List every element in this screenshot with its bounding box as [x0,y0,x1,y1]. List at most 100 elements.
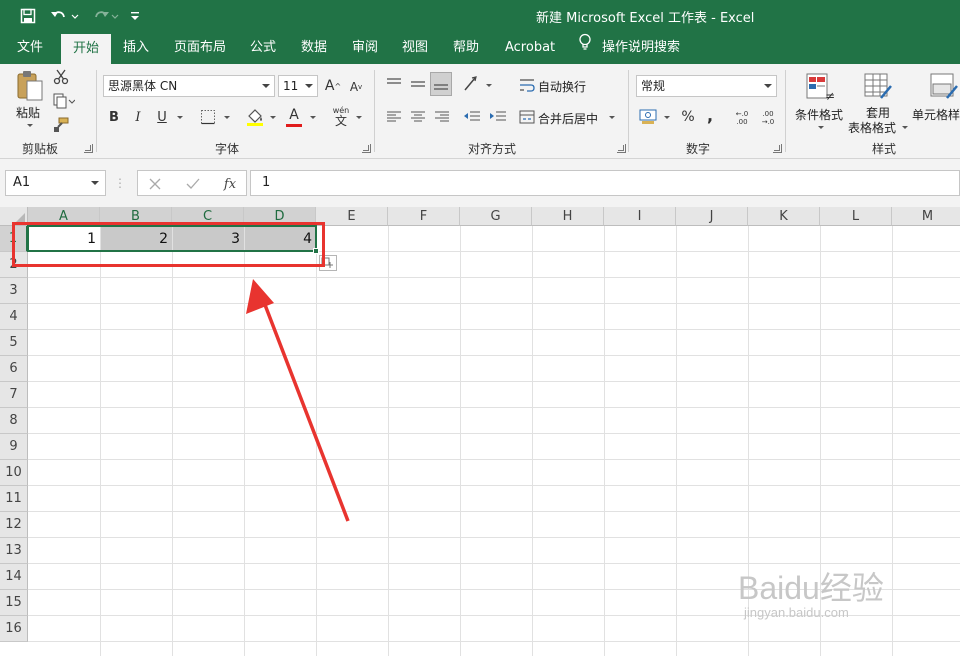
align-top-icon[interactable] [384,74,404,94]
tab-file[interactable]: 文件 [17,32,43,64]
accounting-format-icon[interactable] [638,107,660,127]
tab-home[interactable]: 开始 [61,34,112,64]
clipboard-launcher-icon[interactable] [84,144,93,153]
column-header[interactable]: E [316,207,388,226]
column-header[interactable]: I [604,207,676,226]
increase-indent-icon[interactable] [488,107,508,127]
fill-color-dropdown-icon[interactable] [270,116,276,119]
align-right-icon[interactable] [432,107,452,127]
borders-dropdown-icon[interactable] [224,116,230,119]
paste-icon[interactable] [14,70,46,102]
comma-style-button[interactable]: , [703,106,717,125]
row-header[interactable]: 8 [0,408,28,434]
number-format-select[interactable]: 常规 [636,75,777,97]
merge-center-icon[interactable] [518,108,536,126]
insert-function-button[interactable]: fx [220,175,240,193]
row-header[interactable]: 7 [0,382,28,408]
decrease-decimal-button[interactable]: .00 →.0 [757,108,779,128]
conditional-formatting-icon[interactable]: ≠ [804,71,836,103]
shrink-font-button[interactable]: Av [348,78,364,96]
format-as-table-label-line2[interactable]: 表格格式 [848,119,896,136]
redo-icon[interactable] [88,6,122,26]
tab-data[interactable]: 数据 [301,32,327,64]
phonetic-guide-button[interactable]: wén 文 [330,106,352,128]
italic-button[interactable]: I [130,108,146,126]
align-center-icon[interactable] [408,107,428,127]
cell-styles-icon[interactable] [928,71,960,103]
cut-icon[interactable] [52,68,70,86]
row-header[interactable]: 3 [0,278,28,304]
align-middle-icon[interactable] [408,74,428,94]
row-header[interactable]: 11 [0,486,28,512]
row-header[interactable]: 5 [0,330,28,356]
tab-acrobat[interactable]: Acrobat [505,32,555,64]
row-header[interactable]: 6 [0,356,28,382]
increase-decimal-button[interactable]: ←.0 .00 [731,108,753,128]
fill-color-icon[interactable] [245,106,265,128]
phonetic-dropdown-icon[interactable] [356,116,362,119]
font-color-dropdown-icon[interactable] [310,116,316,119]
merge-center-label[interactable]: 合并后居中 [538,110,598,127]
font-size-select[interactable]: 11 [278,75,318,97]
number-launcher-icon[interactable] [773,144,782,153]
font-launcher-icon[interactable] [362,144,371,153]
tell-me-search[interactable]: 操作说明搜索 [578,32,680,64]
cell-styles-label[interactable]: 单元格样 [912,106,960,123]
column-header[interactable]: G [460,207,532,226]
paste-dropdown-icon[interactable] [27,124,33,127]
accounting-dropdown-icon[interactable] [664,116,670,119]
tab-view[interactable]: 视图 [402,32,428,64]
decrease-indent-icon[interactable] [462,107,482,127]
format-as-table-icon[interactable] [862,71,894,103]
tab-help[interactable]: 帮助 [453,32,479,64]
wrap-text-label[interactable]: 自动换行 [538,78,586,95]
paste-label[interactable]: 粘贴 [16,104,40,121]
underline-dropdown-icon[interactable] [177,116,183,119]
copy-icon[interactable] [52,92,76,110]
save-icon[interactable] [16,6,40,26]
name-box[interactable]: A1 [5,170,106,196]
formula-bar-grip-icon[interactable]: ⋮ [114,175,126,191]
row-header[interactable]: 10 [0,460,28,486]
row-header[interactable]: 15 [0,590,28,616]
row-header[interactable]: 13 [0,538,28,564]
row-header[interactable]: 4 [0,304,28,330]
row-header[interactable]: 14 [0,564,28,590]
column-header[interactable]: F [388,207,460,226]
font-color-button[interactable]: A [284,106,304,128]
column-header[interactable]: K [748,207,820,226]
undo-icon[interactable] [48,6,82,26]
worksheet-grid[interactable]: A B C D E F G H I J K L M 1 2 3 4 5 6 7 … [0,207,960,656]
alignment-launcher-icon[interactable] [617,144,626,153]
cancel-icon[interactable] [146,175,164,193]
conditional-dropdown-icon[interactable] [818,126,824,129]
grow-font-button[interactable]: A ^ [324,76,342,96]
row-header[interactable]: 16 [0,616,28,642]
format-as-table-dropdown-icon[interactable] [902,126,908,129]
format-painter-icon[interactable] [52,116,70,134]
row-header[interactable]: 9 [0,434,28,460]
percent-style-button[interactable]: % [679,108,697,126]
column-header[interactable]: H [532,207,604,226]
customize-quick-access-icon[interactable] [128,6,142,26]
bold-button[interactable]: B [106,108,122,126]
formula-input[interactable]: 1 [250,170,960,196]
column-header[interactable]: M [892,207,960,226]
column-header[interactable]: L [820,207,892,226]
tab-insert[interactable]: 插入 [123,32,149,64]
column-header[interactable]: J [676,207,748,226]
align-left-icon[interactable] [384,107,404,127]
wrap-text-icon[interactable] [518,76,536,94]
tab-review[interactable]: 审阅 [352,32,378,64]
align-bottom-icon[interactable] [430,72,452,96]
borders-icon[interactable] [199,108,217,126]
tab-formulas[interactable]: 公式 [250,32,276,64]
orientation-icon[interactable] [462,74,484,94]
tab-page-layout[interactable]: 页面布局 [174,32,226,64]
underline-button[interactable]: U [154,108,170,126]
font-name-select[interactable]: 思源黑体 CN [103,75,275,97]
merge-dropdown-icon[interactable] [609,116,615,119]
orientation-dropdown-icon[interactable] [486,84,492,87]
row-header[interactable]: 12 [0,512,28,538]
conditional-formatting-label[interactable]: 条件格式 [795,106,843,123]
